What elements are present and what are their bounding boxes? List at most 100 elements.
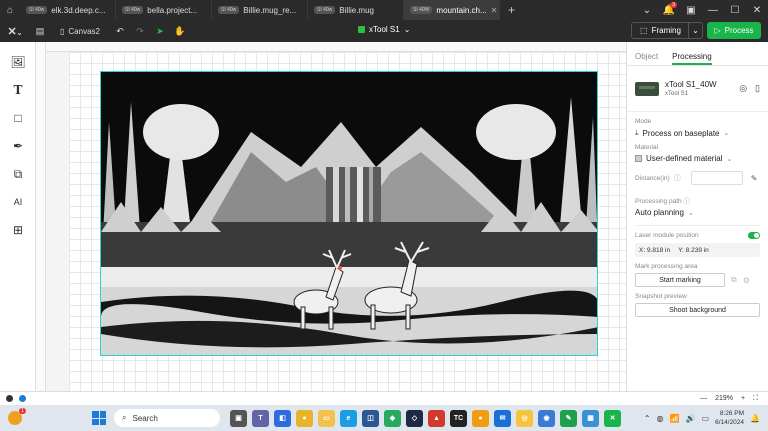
app-icon-9[interactable]: ▦ <box>582 409 599 427</box>
redo-icon[interactable]: ↷ <box>130 26 150 37</box>
store-icon[interactable]: ◫ <box>362 409 379 427</box>
processing-path-select[interactable]: Auto planning ⌄ <box>635 208 760 217</box>
mail-icon[interactable]: ✉ <box>494 409 511 427</box>
info-icon[interactable]: ⓘ <box>674 173 681 183</box>
device-model: xTool S1_40W <box>665 80 717 89</box>
distance-input[interactable] <box>690 171 743 185</box>
laser-position-label: Laser module position <box>635 232 699 239</box>
save-icon[interactable]: ▤ <box>30 26 50 37</box>
ai-tool-icon[interactable]: AI <box>10 194 26 210</box>
app-icon-8[interactable]: ✎ <box>560 409 577 427</box>
chrome-icon[interactable]: ● <box>296 409 313 427</box>
shape-tool-icon[interactable]: □ <box>10 110 26 126</box>
home-icon[interactable]: ⌂ <box>0 5 20 16</box>
file-explorer-icon[interactable]: ▭ <box>318 409 335 427</box>
app-icon-1[interactable]: ◆ <box>384 409 401 427</box>
shoot-background-button[interactable]: Shoot background <box>635 303 760 317</box>
search-placeholder: Search <box>132 413 158 423</box>
device-subtitle: xTool S1 <box>665 91 689 97</box>
volume-icon[interactable]: 🔊 <box>686 414 696 423</box>
xtool-logo-menu[interactable]: ✕⌄ <box>0 25 30 38</box>
weather-badge: 1 <box>19 408 26 414</box>
app-icon-3[interactable]: ▲ <box>428 409 445 427</box>
tab-label: elk.3d.deep.c... <box>51 5 106 15</box>
app-icon-7[interactable]: ◉ <box>538 409 555 427</box>
laser-position-marker <box>338 266 342 270</box>
app-tray-icon[interactable]: ◍ <box>657 414 664 423</box>
battery-icon[interactable]: ▭ <box>702 414 710 423</box>
chevron-up-icon[interactable]: ⌃ <box>644 414 651 423</box>
device-status-icon <box>19 395 26 402</box>
mode-select[interactable]: ⤓ Process on baseplate ⌄ <box>635 128 760 138</box>
tab-elk[interactable]: SI 40w elk.3d.deep.c... <box>20 0 116 20</box>
baseplate-icon: ⤓ <box>635 128 639 137</box>
framing-dropdown-icon[interactable]: ⌄ <box>688 23 702 38</box>
fit-screen-icon[interactable]: ⛶ <box>753 395 758 403</box>
minimize-button[interactable]: — <box>702 5 724 16</box>
play-icon: ▷ <box>714 26 721 35</box>
canvas-area[interactable] <box>36 42 626 391</box>
framing-button[interactable]: ⬚ Framing ⌄ <box>631 22 703 39</box>
close-window-button[interactable]: ✕ <box>746 5 768 16</box>
hand-pan-icon[interactable]: ✋ <box>170 26 190 37</box>
target-icon[interactable]: ◎ <box>739 83 747 94</box>
left-toolbar: 🖼 T □ ✒ ⧉ AI ⊞ <box>0 42 36 391</box>
app-icon-5[interactable]: ● <box>472 409 489 427</box>
tab-bella[interactable]: SI 40w bella.project... <box>116 0 212 20</box>
task-view-icon[interactable]: ▣ <box>230 409 247 427</box>
taskbar-search[interactable]: ⌕ Search <box>114 409 220 427</box>
copy-icon[interactable]: ⧉ <box>731 275 737 285</box>
notification-icon[interactable]: 🔔 <box>750 414 760 423</box>
teams-icon[interactable]: T <box>252 409 269 427</box>
elements-icon[interactable]: ⧉ <box>10 166 26 182</box>
laser-position-toggle[interactable] <box>748 232 760 239</box>
widgets-icon[interactable]: ◧ <box>274 409 291 427</box>
ruler-icon[interactable]: ✎ <box>751 174 758 183</box>
tab-billie-mug-re[interactable]: SI 40w Billie.mug_re... <box>212 0 308 20</box>
clock[interactable]: 8:26 PM 6/14/2024 <box>715 409 744 427</box>
close-tab-icon[interactable]: ✕ <box>491 6 498 15</box>
app-icon-6[interactable]: ◎ <box>516 409 533 427</box>
select-pointer-icon[interactable]: ➤ <box>150 26 170 37</box>
image-import-icon[interactable]: 🖼 <box>10 54 26 70</box>
device-selector[interactable]: xTool S1 ⌄ <box>358 25 410 34</box>
start-button[interactable] <box>92 411 106 425</box>
edge-icon[interactable]: e <box>340 409 357 427</box>
chevron-down-icon[interactable]: ⌄ <box>636 5 658 16</box>
framing-label: Framing <box>651 26 681 35</box>
app-icon-2[interactable]: ◇ <box>406 409 423 427</box>
zoom-out-button[interactable]: — <box>700 395 707 402</box>
zoom-in-button[interactable]: + <box>741 395 745 402</box>
pen-tool-icon[interactable]: ✒ <box>10 138 26 154</box>
bell-icon[interactable]: 🔔 3 <box>658 1 680 16</box>
document-icon[interactable]: ▯ <box>755 83 760 94</box>
zoom-level[interactable]: 219% <box>715 395 733 402</box>
device-thumbnail <box>635 81 659 96</box>
artwork-image <box>101 72 597 355</box>
apps-icon[interactable]: ▣ <box>680 5 702 16</box>
window-tab-bar: ⌂ SI 40w elk.3d.deep.c... SI 40w bella.p… <box>0 0 768 20</box>
window-controls: ⌄ 🔔 3 ▣ — ☐ ✕ <box>636 1 768 16</box>
tab-billie-mug[interactable]: SI 40w Billie.mug <box>308 0 404 20</box>
info-icon[interactable]: ⓘ <box>683 198 690 205</box>
tab-object[interactable]: Object <box>635 52 658 65</box>
app-icon-4[interactable]: TC <box>450 409 467 427</box>
new-tab-button[interactable]: + <box>500 3 523 17</box>
xtool-taskbar-icon[interactable]: ✕ <box>604 409 621 427</box>
process-button[interactable]: ▷ Process <box>707 22 761 39</box>
wifi-icon[interactable]: 📶 <box>670 414 680 423</box>
tab-mountain[interactable]: SI 40W mountain.ch... ✕ <box>404 0 500 20</box>
apps-grid-icon[interactable]: ⊞ <box>10 222 26 238</box>
settings-icon[interactable]: ⚙ <box>743 276 750 285</box>
undo-icon[interactable]: ↶ <box>110 26 130 37</box>
material-select[interactable]: User-defined material ⌄ <box>635 154 760 163</box>
start-marking-button[interactable]: Start marking <box>635 273 725 287</box>
maximize-button[interactable]: ☐ <box>724 5 746 16</box>
weather-widget[interactable]: 1 <box>0 408 30 425</box>
mountain-artwork[interactable] <box>100 71 598 356</box>
ruler-horizontal <box>36 42 626 52</box>
text-tool-icon[interactable]: T <box>10 82 26 98</box>
tab-processing[interactable]: Processing <box>672 52 712 65</box>
canvas-name-label: Canvas2 <box>68 26 100 36</box>
canvas-name[interactable]: ▯ Canvas2 <box>50 27 110 36</box>
